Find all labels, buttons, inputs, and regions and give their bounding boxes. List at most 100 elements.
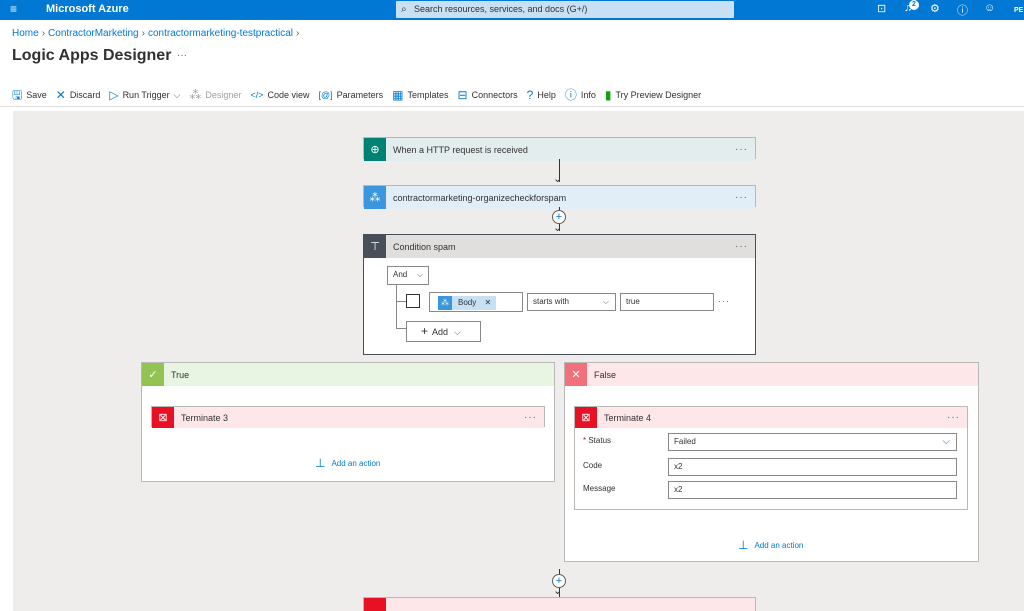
bookmark-icon: ▮ bbox=[604, 88, 612, 102]
page-title: Logic Apps Designer bbox=[12, 47, 172, 64]
settings-gear-icon[interactable]: ⚙ bbox=[930, 2, 940, 15]
chevron-right-icon: › bbox=[141, 28, 145, 39]
parameters-icon: [@] bbox=[318, 90, 333, 100]
chevron-down-icon: ⌵ bbox=[454, 327, 461, 337]
row-more-options-icon[interactable]: ··· bbox=[718, 296, 730, 306]
add-condition-button[interactable]: + Add ⌵ bbox=[406, 321, 481, 342]
status-dropdown[interactable]: Failed ⌵ bbox=[668, 433, 957, 451]
more-options-icon[interactable]: ··· bbox=[524, 412, 537, 423]
breadcrumb-logic-app[interactable]: contractormarketing-testpractical bbox=[148, 28, 293, 39]
code-view-button[interactable]: </> Code view bbox=[250, 89, 309, 101]
discard-button[interactable]: ✕ Discard bbox=[56, 89, 101, 101]
more-options-icon[interactable]: ··· bbox=[735, 241, 748, 252]
group-operator-dropdown[interactable]: And ⌵ bbox=[387, 266, 429, 285]
add-action-button-true[interactable]: ⊥ Add an action bbox=[315, 456, 380, 470]
workflow-icon: ⁂ bbox=[364, 186, 386, 209]
info-icon: ⓘ bbox=[564, 88, 577, 102]
arrow-down-icon: ⌄ bbox=[553, 173, 563, 185]
search-placeholder: Search resources, services, and docs (G+… bbox=[414, 4, 588, 14]
condition-operator-dropdown[interactable]: starts with ⌵ bbox=[527, 293, 616, 311]
condition-tree-branch bbox=[396, 301, 406, 302]
step-card-http-trigger[interactable]: ⊕ When a HTTP request is received ··· bbox=[363, 137, 756, 161]
message-field[interactable]: x2 bbox=[668, 481, 957, 499]
step-card-terminate-3[interactable]: ⊠ Terminate 3 ··· bbox=[151, 406, 545, 428]
designer-toolbar: 🖫 Save ✕ Discard ▷ Run Trigger ⌵ ⁂ Designer <… bbox=[12, 88, 710, 102]
connectors-icon: ⊟ bbox=[457, 88, 468, 102]
more-options-icon[interactable]: ··· bbox=[177, 50, 187, 61]
plus-icon: + bbox=[421, 324, 429, 338]
try-preview-designer-button[interactable]: ▮ Try Preview Designer bbox=[605, 89, 701, 101]
arrow-down-icon: ⌄ bbox=[553, 222, 563, 234]
chevron-down-icon: ⌵ bbox=[602, 297, 609, 306]
arrow-down-icon: ⌄ bbox=[553, 585, 563, 597]
hamburger-icon[interactable]: ≡ bbox=[10, 2, 17, 16]
status-label: * Status bbox=[583, 436, 612, 445]
message-label: Message bbox=[583, 484, 616, 493]
info-button[interactable]: ⓘ Info bbox=[565, 89, 596, 101]
code-field[interactable]: x2 bbox=[668, 458, 957, 476]
condition-tree-branch bbox=[396, 328, 406, 329]
condition-icon: ⊤ bbox=[364, 235, 386, 258]
branch-label: True bbox=[171, 369, 190, 380]
notification-badge: 2 bbox=[909, 0, 919, 10]
chevron-down-icon: ⌵ bbox=[416, 270, 423, 279]
branch-label: False bbox=[594, 369, 617, 380]
more-options-icon[interactable]: ··· bbox=[735, 144, 748, 155]
play-icon: ▷ bbox=[109, 88, 119, 102]
more-options-icon[interactable]: ··· bbox=[947, 412, 960, 423]
code-label: Code bbox=[583, 461, 603, 470]
dynamic-content-token[interactable]: ⁂ Body ✕ bbox=[438, 296, 497, 310]
http-request-icon: ⊕ bbox=[364, 138, 386, 161]
row-select-checkbox[interactable] bbox=[406, 294, 420, 308]
checkmark-icon: ✓ bbox=[142, 363, 164, 386]
breadcrumb-home[interactable]: Home bbox=[12, 28, 39, 39]
chevron-right-icon: › bbox=[296, 28, 300, 39]
search-icon: ⌕ bbox=[401, 4, 407, 15]
condition-tree-line bbox=[396, 285, 397, 328]
templates-button[interactable]: ▦ Templates bbox=[392, 89, 448, 101]
condition-left-operand[interactable]: ⁂ Body ✕ bbox=[429, 292, 523, 312]
step-card-next[interactable] bbox=[363, 597, 756, 611]
condition-right-operand[interactable]: true bbox=[620, 293, 714, 311]
top-bar: ≡ Microsoft Azure ⌕ Search resources, se… bbox=[0, 0, 1024, 20]
terminate-icon: ⊠ bbox=[152, 407, 174, 428]
save-icon: 🖫 bbox=[12, 88, 23, 102]
connectors-button[interactable]: ⊟ Connectors bbox=[458, 89, 518, 101]
user-avatar[interactable]: PE bbox=[1014, 7, 1023, 14]
toolbar-divider bbox=[0, 106, 1024, 107]
designer-button[interactable]: ⁂ Designer bbox=[189, 89, 241, 101]
step-title: Terminate 3 bbox=[181, 412, 229, 423]
search-input[interactable]: ⌕ Search resources, services, and docs (… bbox=[396, 1, 734, 18]
save-button[interactable]: 🖫 Save bbox=[12, 89, 47, 101]
step-card-organize[interactable]: ⁂ contractormarketing-organizecheckforsp… bbox=[363, 185, 756, 209]
terminate-icon bbox=[364, 598, 386, 611]
close-icon: ✕ bbox=[55, 88, 66, 102]
code-icon: </> bbox=[250, 90, 264, 100]
cloud-shell-icon[interactable]: ⊡ bbox=[877, 2, 886, 15]
breadcrumb: Home › ContractorMarketing › contractormarke… bbox=[12, 28, 302, 39]
feedback-icon[interactable]: ☺ bbox=[984, 2, 995, 14]
help-icon[interactable]: ⓘ bbox=[957, 2, 968, 18]
question-icon: ? bbox=[526, 88, 534, 102]
more-options-icon[interactable]: ··· bbox=[735, 192, 748, 203]
step-title: Condition spam bbox=[393, 241, 456, 252]
step-title: contractormarketing-organizecheckforspam bbox=[393, 192, 567, 203]
step-title: Terminate 4 bbox=[604, 412, 652, 423]
add-action-icon: ⊥ bbox=[738, 538, 749, 552]
brand-name[interactable]: Microsoft Azure bbox=[46, 3, 129, 15]
add-action-icon: ⊥ bbox=[315, 456, 326, 470]
add-action-button-false[interactable]: ⊥ Add an action bbox=[738, 538, 803, 552]
close-icon: ✕ bbox=[565, 363, 587, 386]
workflow-icon: ⁂ bbox=[438, 296, 452, 310]
terminate-icon: ⊠ bbox=[575, 407, 597, 428]
designer-icon: ⁂ bbox=[189, 88, 202, 102]
parameters-button[interactable]: [@] Parameters bbox=[319, 89, 384, 101]
chevron-right-icon: › bbox=[41, 28, 46, 39]
help-button[interactable]: ? Help bbox=[527, 89, 556, 101]
chevron-down-icon: ⌵ bbox=[173, 89, 181, 100]
chevron-down-icon: ⌵ bbox=[942, 436, 950, 447]
remove-token-icon[interactable]: ✕ bbox=[484, 298, 491, 307]
templates-icon: ▦ bbox=[392, 88, 404, 102]
breadcrumb-resource-group[interactable]: ContractorMarketing bbox=[48, 28, 139, 39]
run-trigger-button[interactable]: ▷ Run Trigger ⌵ bbox=[109, 89, 180, 101]
